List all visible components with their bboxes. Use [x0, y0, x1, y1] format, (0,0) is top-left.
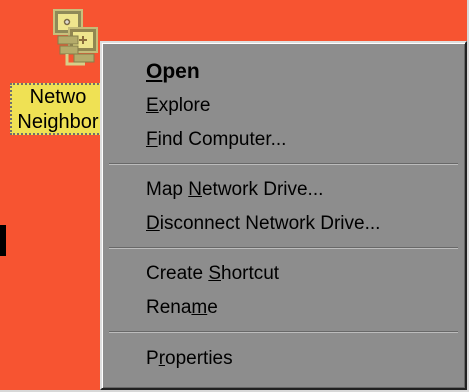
menu-item-explore[interactable]: Explore — [146, 90, 210, 122]
menu-item-disconnect-network-drive-rest: isconnect Network Drive... — [159, 213, 381, 234]
menu-separator-2 — [109, 247, 458, 249]
menu-item-create-shortcut[interactable]: Create Shortcut — [146, 258, 279, 290]
menu-item-map-network-drive-rest: etwork Drive... — [201, 179, 324, 200]
menu-item-map-network-drive-mnemonic: N — [188, 179, 202, 200]
network-neighborhood-desktop-icon[interactable]: Netwo Neighbor — [10, 8, 112, 135]
desktop-icon-label: Netwo Neighbor — [10, 83, 106, 135]
menu-item-create-shortcut-mnemonic: S — [208, 263, 221, 284]
menu-item-rename[interactable]: Rename — [146, 292, 218, 324]
menu-item-properties-rest: operties — [165, 348, 233, 369]
menu-item-explore-mnemonic: E — [146, 95, 159, 116]
menu-item-find-computer[interactable]: Find Computer... — [146, 124, 286, 156]
desktop-icon-label-line-1: Netwo — [29, 86, 87, 108]
menu-item-disconnect-network-drive-mnemonic: D — [146, 213, 160, 234]
menu-item-open[interactable]: Open — [146, 56, 200, 88]
menu-item-rename-rest: e — [207, 297, 218, 318]
offscreen-window-edge — [0, 225, 6, 256]
menu-item-create-shortcut-prefix: Create — [146, 263, 209, 284]
menu-separator-1 — [109, 163, 458, 165]
menu-separator-3 — [109, 331, 458, 333]
menu-item-properties-prefix: P — [146, 348, 159, 369]
menu-item-disconnect-network-drive[interactable]: Disconnect Network Drive... — [146, 208, 380, 240]
menu-item-rename-prefix: Rena — [146, 297, 192, 318]
menu-item-explore-rest: xplore — [158, 95, 211, 116]
menu-item-open-mnemonic: O — [146, 60, 163, 83]
menu-item-map-network-drive[interactable]: Map Network Drive... — [146, 174, 323, 206]
desktop-icon-label-line-2: Neighbor — [17, 111, 99, 133]
menu-item-create-shortcut-rest: hortcut — [221, 263, 280, 284]
network-neighborhood-icon — [53, 9, 98, 66]
menu-item-rename-mnemonic: m — [191, 297, 208, 318]
menu-item-map-network-drive-prefix: Map — [146, 179, 189, 200]
menu-item-properties[interactable]: Properties — [146, 343, 233, 375]
menu-item-open-rest: pen — [162, 60, 200, 83]
menu-item-find-computer-mnemonic: F — [146, 129, 158, 150]
menu-item-find-computer-rest: ind Computer... — [157, 129, 287, 150]
context-menu: Open Explore Find Computer... Map Networ… — [100, 41, 467, 390]
